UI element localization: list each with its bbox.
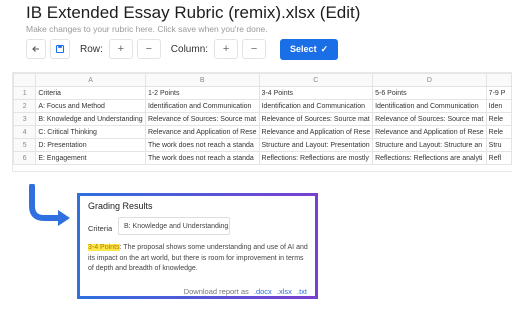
table-cell[interactable]: D: Presentation (35, 138, 146, 152)
table-row: 2 A: Focus and Method Identification and C… (13, 99, 512, 113)
column-header[interactable]: B (144, 73, 260, 87)
add-row-button[interactable]: + (108, 39, 133, 59)
table-cell[interactable]: The work does not reach a standa (144, 138, 260, 152)
table-row: 3 B: Knowledge and Understanding Relevance… (13, 112, 512, 126)
table-cell[interactable]: Structure and Layout: Presentation (258, 138, 374, 152)
toolbar: Row: + − Column: + − Select ✓ (26, 38, 339, 60)
panel-title: Grading Results (88, 201, 153, 211)
row-number: 6 (13, 151, 37, 165)
criteria-select[interactable]: B: Knowledge and Understanding ⌄ (118, 217, 230, 235)
table-cell[interactable]: 7-9 P (485, 86, 512, 100)
column-header[interactable]: D (372, 73, 487, 87)
check-icon: ✓ (320, 43, 329, 54)
table-cell[interactable]: Relevance of Sources: Source mat (144, 112, 260, 126)
table-cell[interactable]: Rele (485, 125, 512, 139)
remove-row-button[interactable]: − (136, 39, 161, 59)
row-number: 5 (13, 138, 37, 152)
back-button[interactable] (26, 39, 46, 59)
criteria-label: Criteria (88, 224, 113, 233)
download-txt-link[interactable]: .txt (297, 287, 307, 296)
row-number: 4 (13, 125, 37, 139)
table-row: 4 C: Critical Thinking Relevance and Appli… (13, 125, 512, 139)
add-column-button[interactable]: + (214, 39, 239, 59)
row-number: 3 (13, 112, 37, 126)
table-cell[interactable]: Identification and Communication (258, 99, 374, 113)
criteria-select-value: B: Knowledge and Understanding (124, 222, 229, 230)
select-button[interactable]: Select ✓ (280, 38, 339, 60)
table-cell[interactable]: 5-6 Points (372, 86, 487, 100)
table-row: 5 D: Presentation The work does not reach … (13, 138, 512, 152)
table-cell[interactable]: Rele (485, 112, 512, 126)
score-highlight: 3-4 Points (88, 244, 120, 251)
table-cell[interactable]: Criteria (35, 86, 146, 100)
result-explanation: : The proposal shows some understanding … (88, 244, 308, 272)
spreadsheet-grid[interactable]: ABCD 1 Criteria 1-2 Points 3-4 Points 5-6 Po… (12, 72, 512, 172)
table-cell[interactable]: E: Engagement (35, 151, 146, 165)
download-docx-link[interactable]: .docx (254, 287, 272, 296)
row-label: Row: (80, 43, 103, 55)
table-cell[interactable]: Identification and Communication (144, 99, 260, 113)
table-row: 6 E: Engagement The work does not reach a … (13, 151, 512, 165)
column-header[interactable]: C (258, 73, 374, 87)
save-button[interactable] (50, 39, 70, 59)
table-cell[interactable]: Structure and Layout: Structure an (372, 138, 487, 152)
table-cell[interactable]: B: Knowledge and Understanding (35, 112, 146, 126)
download-row: Download report as .docx .xlsx .txt (184, 287, 307, 296)
page-title: IB Extended Essay Rubric (remix).xlsx (E… (26, 3, 361, 22)
grading-results-panel: Grading Results Criteria B: Knowledge an… (77, 193, 318, 299)
table-cell[interactable]: Stru (485, 138, 512, 152)
column-header[interactable]: A (35, 73, 146, 87)
column-header[interactable] (13, 73, 37, 87)
chevron-down-icon: ⌄ (217, 223, 223, 230)
table-row: 1 Criteria 1-2 Points 3-4 Points 5-6 Points 7… (13, 86, 512, 100)
grading-result-text: 3-4 Points: The proposal shows some unde… (88, 243, 310, 275)
table-cell[interactable]: Relevance of Sources: Source mat (372, 112, 487, 126)
download-xlsx-link[interactable]: .xlsx (277, 287, 292, 296)
table-cell[interactable]: 1-2 Points (144, 86, 260, 100)
arrow-left-icon (32, 46, 39, 52)
row-number: 1 (13, 86, 37, 100)
remove-column-button[interactable]: − (242, 39, 267, 59)
table-cell[interactable]: The work does not reach a standa (144, 151, 260, 165)
row-number: 2 (13, 99, 37, 113)
table-cell[interactable]: Iden (485, 99, 512, 113)
table-cell[interactable]: 3-4 Points (258, 86, 374, 100)
table-cell[interactable]: Relevance and Application of Rese (258, 125, 374, 139)
table-cell[interactable]: Reflections: Reflections are analyti (372, 151, 487, 165)
download-label: Download report as (183, 287, 249, 296)
table-cell[interactable]: Relevance of Sources: Source mat (258, 112, 374, 126)
table-cell[interactable]: C: Critical Thinking (35, 125, 146, 139)
column-header[interactable] (485, 73, 512, 87)
floppy-disk-icon (55, 44, 65, 54)
spreadsheet-table: ABCD 1 Criteria 1-2 Points 3-4 Points 5-6 Po… (13, 73, 512, 165)
column-label: Column: (170, 43, 209, 55)
curved-arrow-icon (29, 184, 70, 226)
table-cell[interactable]: Refl (485, 151, 512, 165)
table-cell[interactable]: Reflections: Reflections are mostly (258, 151, 374, 165)
table-cell[interactable]: A: Focus and Method (35, 99, 146, 113)
table-cell[interactable]: Identification and Communication (372, 99, 487, 113)
table-cell[interactable]: Relevance and Application of Rese (144, 125, 260, 139)
table-cell[interactable]: Relevance and Application of Rese (372, 125, 487, 139)
page-subtitle: Make changes to your rubric here. Click … (26, 24, 268, 34)
select-button-label: Select (290, 44, 317, 54)
